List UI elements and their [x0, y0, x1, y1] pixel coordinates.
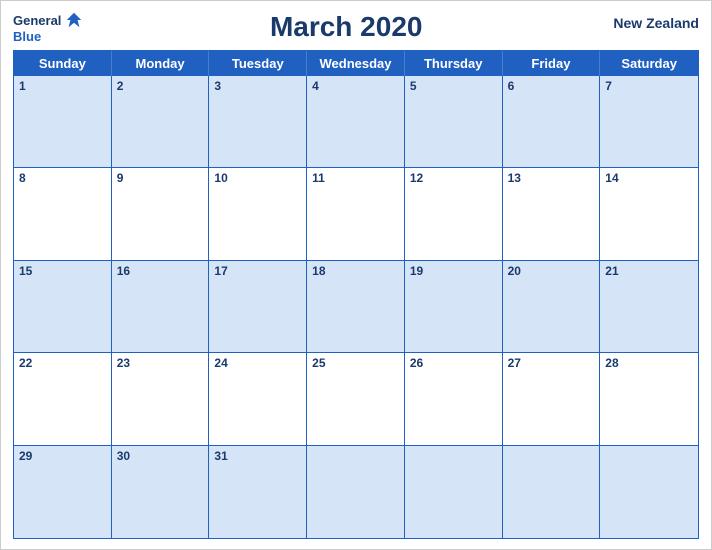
day-header-friday: Friday: [503, 51, 601, 76]
calendar-day-empty: [600, 446, 698, 538]
calendar-day-25: 25: [307, 353, 405, 445]
day-header-sunday: Sunday: [14, 51, 112, 76]
calendar-day-28: 28: [600, 353, 698, 445]
calendar-day-16: 16: [112, 261, 210, 353]
logo-blue-label: Blue: [13, 29, 41, 44]
calendar-day-21: 21: [600, 261, 698, 353]
calendar-day-3: 3: [209, 76, 307, 168]
calendar-day-empty: [307, 446, 405, 538]
day-header-monday: Monday: [112, 51, 210, 76]
region-label: New Zealand: [609, 11, 699, 31]
calendar-day-9: 9: [112, 168, 210, 260]
logo-bird-icon: [65, 11, 83, 29]
logo-text: General: [13, 11, 83, 29]
logo-blue-text: Blue: [13, 29, 41, 44]
calendar-day-10: 10: [209, 168, 307, 260]
calendar-day-11: 11: [307, 168, 405, 260]
calendar-day-empty: [503, 446, 601, 538]
calendar-week-4: 22232425262728: [14, 353, 698, 445]
calendar-day-12: 12: [405, 168, 503, 260]
calendar-day-7: 7: [600, 76, 698, 168]
calendar-day-17: 17: [209, 261, 307, 353]
calendar-header: General Blue March 2020 New Zealand: [13, 11, 699, 44]
calendar-day-22: 22: [14, 353, 112, 445]
calendar-day-24: 24: [209, 353, 307, 445]
day-header-saturday: Saturday: [600, 51, 698, 76]
day-header-thursday: Thursday: [405, 51, 503, 76]
calendar-day-15: 15: [14, 261, 112, 353]
day-header-tuesday: Tuesday: [209, 51, 307, 76]
calendar-day-30: 30: [112, 446, 210, 538]
calendar-day-13: 13: [503, 168, 601, 260]
calendar-day-19: 19: [405, 261, 503, 353]
calendar-day-27: 27: [503, 353, 601, 445]
calendar-day-20: 20: [503, 261, 601, 353]
day-headers: SundayMondayTuesdayWednesdayThursdayFrid…: [14, 51, 698, 76]
calendar-day-29: 29: [14, 446, 112, 538]
calendar: General Blue March 2020 New Zealand Sund…: [0, 0, 712, 550]
day-header-wednesday: Wednesday: [307, 51, 405, 76]
calendar-day-26: 26: [405, 353, 503, 445]
calendar-day-1: 1: [14, 76, 112, 168]
calendar-day-31: 31: [209, 446, 307, 538]
calendar-week-3: 15161718192021: [14, 261, 698, 353]
calendar-day-23: 23: [112, 353, 210, 445]
logo-area: General Blue: [13, 11, 83, 44]
calendar-title-area: March 2020: [83, 11, 609, 43]
calendar-week-1: 1234567: [14, 76, 698, 168]
calendar-day-18: 18: [307, 261, 405, 353]
calendar-week-5: 293031: [14, 446, 698, 538]
logo-general: General: [13, 13, 61, 28]
calendar-day-6: 6: [503, 76, 601, 168]
calendar-day-8: 8: [14, 168, 112, 260]
calendar-day-5: 5: [405, 76, 503, 168]
calendar-day-empty: [405, 446, 503, 538]
calendar-day-14: 14: [600, 168, 698, 260]
calendar-weeks: 1234567891011121314151617181920212223242…: [14, 76, 698, 538]
calendar-title: March 2020: [83, 11, 609, 43]
calendar-week-2: 891011121314: [14, 168, 698, 260]
calendar-day-2: 2: [112, 76, 210, 168]
calendar-grid: SundayMondayTuesdayWednesdayThursdayFrid…: [13, 50, 699, 539]
calendar-day-4: 4: [307, 76, 405, 168]
